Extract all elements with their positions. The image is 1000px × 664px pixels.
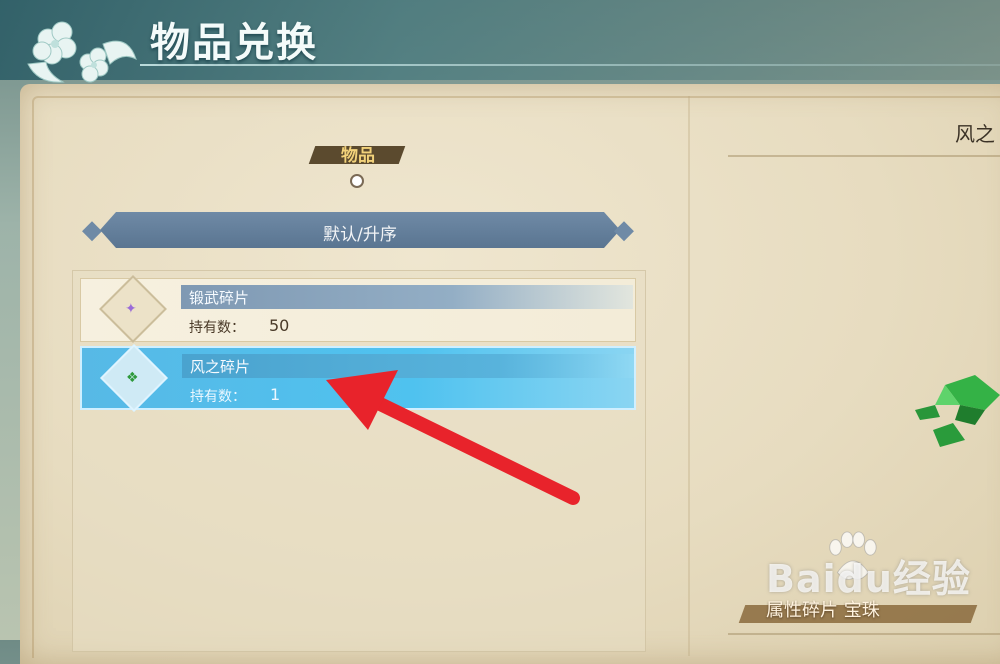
list-item-selected[interactable]: ❖ 风之碎片 持有数： 1 — [80, 344, 636, 412]
page-title: 物品兑换 — [150, 20, 318, 66]
watermark-text: Baidu经验 — [766, 557, 971, 601]
item-name: 风之碎片 — [190, 358, 251, 376]
purple-gem-icon: ✦ — [125, 301, 137, 317]
sort-label[interactable]: 默认/升序 — [100, 220, 620, 245]
detail-title-underline — [728, 155, 1000, 157]
item-qty-label: 持有数： — [190, 389, 246, 405]
flower-emblem-icon — [27, 21, 137, 83]
item-qty-label: 持有数： — [189, 320, 245, 336]
category-indicator-dot — [350, 174, 364, 188]
green-gem-icon: ❖ — [126, 370, 139, 386]
item-qty-value: 1 — [270, 385, 281, 404]
category-tab[interactable]: 物品 — [312, 141, 404, 166]
list-item[interactable]: ✦ 锻武碎片 持有数： 50 — [80, 275, 636, 343]
panel-divider — [688, 96, 690, 656]
green-crystal-icon — [915, 375, 1000, 447]
detail-bottom-line — [728, 633, 1000, 635]
item-name: 锻武碎片 — [189, 289, 250, 307]
item-qty-value: 50 — [269, 316, 290, 335]
detail-title: 风之 — [955, 122, 995, 146]
